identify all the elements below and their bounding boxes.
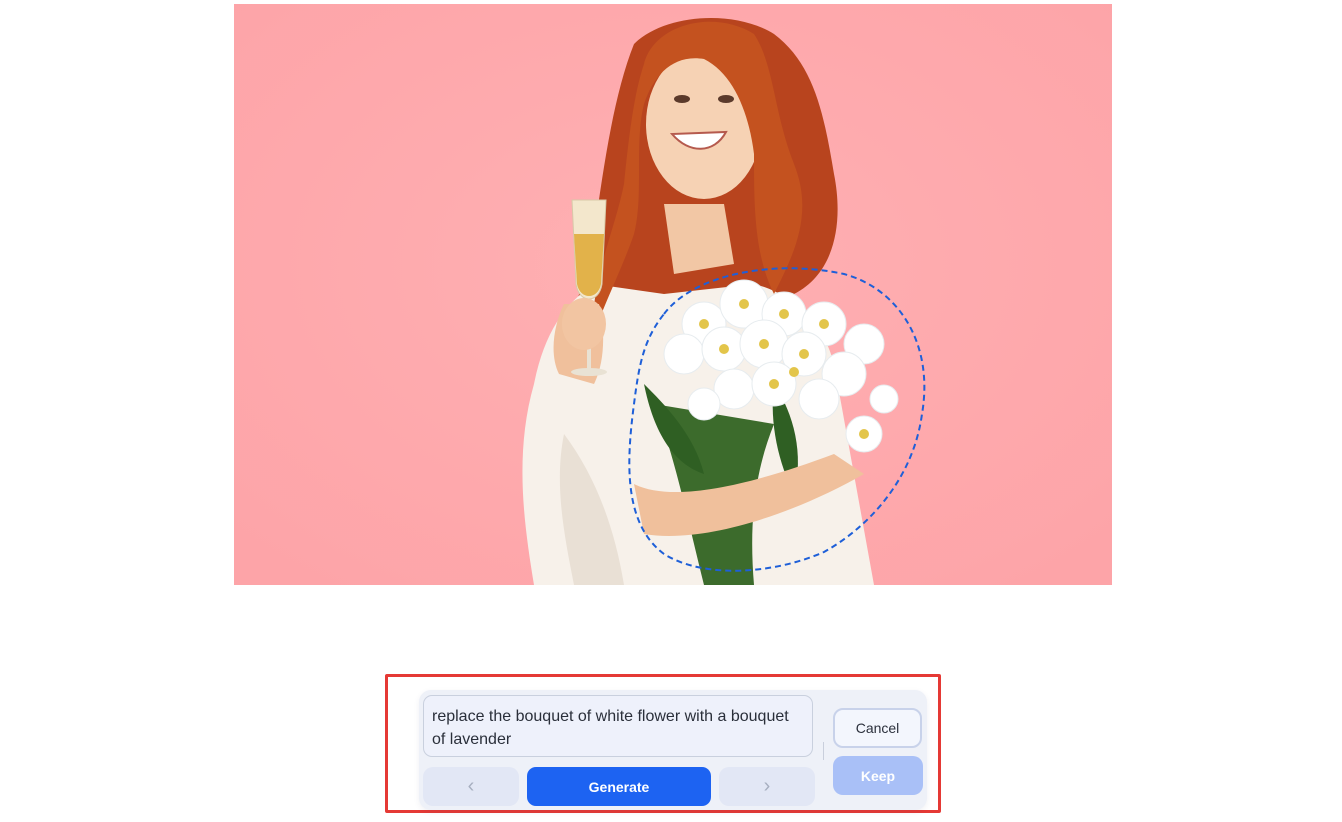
generate-button[interactable]: Generate [527,767,711,806]
prompt-text: replace the bouquet of white flower with… [432,708,789,748]
keep-button[interactable]: Keep [833,756,923,795]
prompt-panel: replace the bouquet of white flower with… [419,690,927,810]
photo-illustration [234,4,1112,585]
chevron-left-icon: ‹ [467,775,475,797]
keep-label: Keep [860,767,896,784]
previous-button[interactable]: ‹ [423,767,519,806]
cancel-label: Cancel [855,720,900,736]
prompt-input[interactable]: replace the bouquet of white flower with… [423,695,813,757]
edited-photo[interactable] [234,4,1112,585]
image-editor: replace the bouquet of white flower with… [0,0,1342,822]
chevron-right-icon: › [763,775,771,797]
cancel-button[interactable]: Cancel [833,708,922,748]
generate-label: Generate [588,778,650,795]
divider [823,742,824,760]
next-button[interactable]: › [719,767,815,806]
